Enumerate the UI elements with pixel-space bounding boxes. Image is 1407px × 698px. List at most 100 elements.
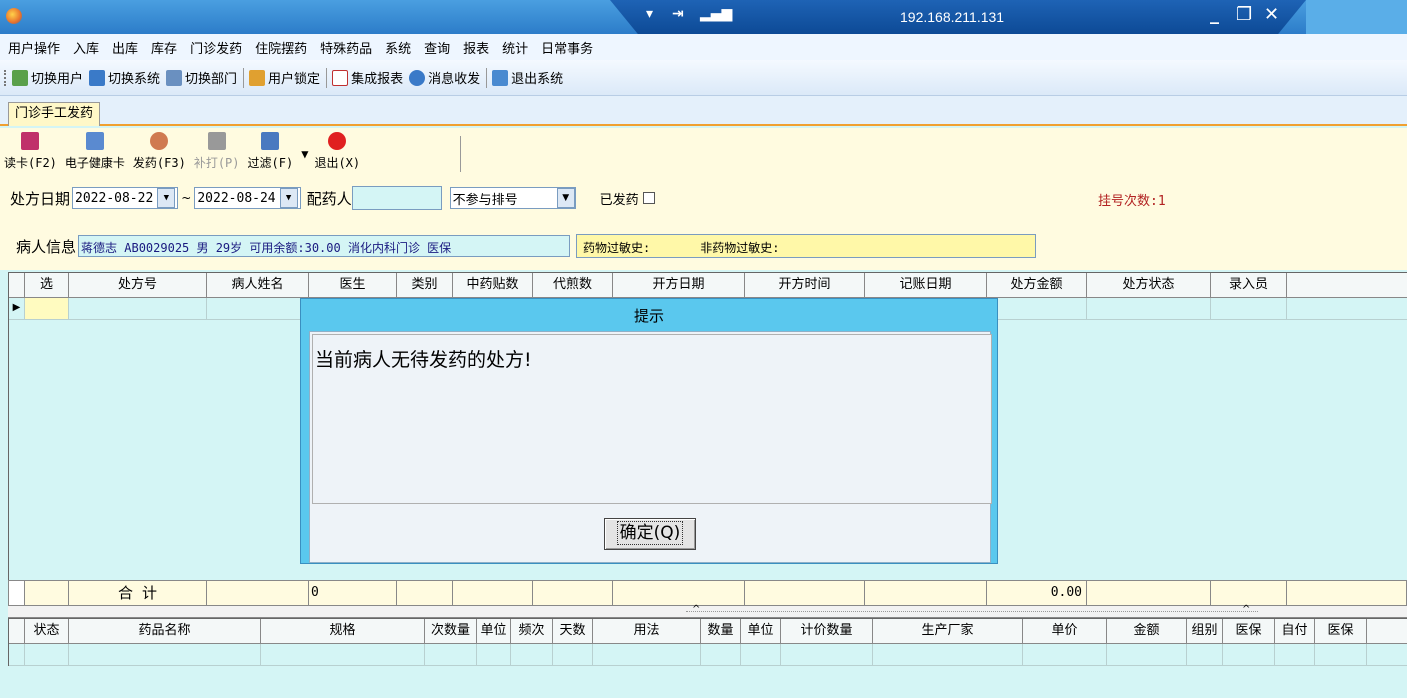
col-insurance[interactable]: 医保 — [1223, 619, 1275, 643]
col-amount[interactable]: 金额 — [1107, 619, 1187, 643]
switch-system-button[interactable]: 切换系统 — [89, 68, 160, 87]
dispenser-input[interactable] — [351, 186, 442, 210]
date-from-input[interactable]: 2022-08-22 ▼ — [72, 187, 179, 209]
row-indicator-header — [9, 273, 25, 297]
menu-system[interactable]: 系统 — [385, 38, 411, 57]
select-cell[interactable] — [25, 298, 69, 319]
switch-dept-button[interactable]: 切换部门 — [166, 68, 237, 87]
lock-user-button[interactable]: 用户锁定 — [249, 68, 320, 87]
menu-bar: 用户操作 入库 出库 库存 门诊发药 住院摆药 特殊药品 系统 查询 报表 统计… — [0, 34, 1407, 60]
pin-icon[interactable]: ⇥ — [672, 6, 684, 22]
menu-inbound[interactable]: 入库 — [73, 38, 99, 57]
dialog-title[interactable]: 提示 — [301, 299, 997, 333]
col-quantity[interactable]: 数量 — [701, 619, 741, 643]
read-card-button[interactable]: 读卡(F2) — [4, 132, 57, 176]
col-status[interactable]: 状态 — [25, 619, 69, 643]
col-drug-name[interactable]: 药品名称 — [69, 619, 261, 643]
table-cell — [25, 644, 69, 665]
prescription-header: 选 处方号 病人姓名 医生 类别 中药贴数 代煎数 开方日期 开方时间 记账日期… — [9, 272, 1407, 298]
menu-stats[interactable]: 统计 — [502, 38, 528, 57]
menu-outpatient[interactable]: 门诊发药 — [190, 38, 242, 57]
col-insurance-2[interactable]: 医保 — [1315, 619, 1367, 643]
remote-ip: 192.168.211.131 — [900, 9, 1005, 25]
col-spec[interactable]: 规格 — [261, 619, 425, 643]
table-cell — [1087, 581, 1211, 605]
col-entered-by[interactable]: 录入员 — [1211, 273, 1287, 297]
allergy-box: 药物过敏史: 非药物过敏史: — [576, 234, 1037, 258]
chevron-down-icon[interactable]: ▾ — [646, 6, 653, 22]
app-icon — [6, 8, 22, 24]
col-unit-price[interactable]: 单价 — [1023, 619, 1107, 643]
chevron-down-icon[interactable]: ▼ — [279, 188, 298, 208]
col-group[interactable]: 组别 — [1187, 619, 1223, 643]
col-dose-unit[interactable]: 单位 — [477, 619, 511, 643]
reprint-button[interactable]: 补打(P) — [194, 132, 240, 176]
col-category[interactable]: 类别 — [397, 273, 453, 297]
table-cell — [745, 581, 865, 605]
chevron-up-icon[interactable]: ^ — [1242, 604, 1250, 615]
col-days[interactable]: 天数 — [553, 619, 593, 643]
menu-daily[interactable]: 日常事务 — [541, 38, 593, 57]
close-button[interactable]: ✕ — [1264, 4, 1279, 25]
table-cell — [781, 644, 873, 665]
dispensed-checkbox[interactable] — [642, 192, 655, 204]
col-usage[interactable]: 用法 — [593, 619, 701, 643]
toolbar-separator — [326, 67, 328, 88]
col-frequency[interactable]: 频次 — [511, 619, 553, 643]
table-cell — [1211, 298, 1287, 319]
col-patient-name[interactable]: 病人姓名 — [207, 273, 309, 297]
menu-query[interactable]: 查询 — [424, 38, 450, 57]
col-billing-qty[interactable]: 计价数量 — [781, 619, 873, 643]
menu-special[interactable]: 特殊药品 — [320, 38, 372, 57]
filter-button[interactable]: 过滤(F) — [248, 132, 293, 176]
minimize-button[interactable]: _ — [1210, 4, 1219, 25]
col-dose[interactable]: 次数量 — [425, 619, 477, 643]
switch-user-button[interactable]: 切换用户 — [12, 68, 83, 87]
table-cell — [533, 581, 613, 605]
table-cell — [1211, 581, 1287, 605]
col-self-pay[interactable]: 自付 — [1275, 619, 1315, 643]
date-to-input[interactable]: 2022-08-24 ▼ — [194, 187, 301, 209]
menu-inpatient[interactable]: 住院摆药 — [255, 38, 307, 57]
menu-user[interactable]: 用户操作 — [8, 38, 60, 57]
col-rx-no[interactable]: 处方号 — [69, 273, 207, 297]
table-cell — [873, 644, 1023, 665]
tab-outpatient-dispense[interactable]: 门诊手工发药 — [8, 102, 101, 126]
table-cell — [865, 581, 987, 605]
title-bar: ▾ ⇥ ▂▄▆ 192.168.211.131 _ ❐ ✕ — [0, 0, 1407, 34]
filter-icon — [261, 132, 280, 150]
col-rx-time[interactable]: 开方时间 — [745, 273, 865, 297]
queue-select[interactable]: 不参与排号 ▼ — [449, 187, 576, 209]
filter-dropdown[interactable]: ▼ — [301, 132, 308, 176]
col-select[interactable]: 选 — [25, 273, 69, 297]
restore-button[interactable]: ❐ — [1236, 4, 1252, 25]
toolbar-grip[interactable] — [4, 69, 8, 86]
messages-button[interactable]: 消息收发 — [409, 68, 480, 87]
col-billing-date[interactable]: 记账日期 — [865, 273, 987, 297]
chevron-down-icon[interactable]: ▼ — [157, 188, 176, 208]
table-row[interactable] — [9, 644, 1407, 666]
menu-stock[interactable]: 库存 — [151, 38, 177, 57]
chevron-up-icon[interactable]: ^ — [692, 604, 700, 615]
col-rx-amount[interactable]: 处方金额 — [987, 273, 1087, 297]
col-rx-status[interactable]: 处方状态 — [1087, 273, 1211, 297]
menu-outbound[interactable]: 出库 — [112, 38, 138, 57]
ok-button[interactable]: 确定(Q) — [604, 518, 696, 550]
exit-system-button[interactable]: 退出系统 — [492, 68, 563, 87]
grid-splitter[interactable]: ^ ^ — [8, 604, 1407, 618]
dispense-button[interactable]: 发药(F3) — [133, 132, 186, 176]
users-icon — [12, 69, 28, 86]
menu-report[interactable]: 报表 — [463, 38, 489, 57]
col-manufacturer[interactable]: 生产厂家 — [873, 619, 1023, 643]
chevron-down-icon: ▼ — [301, 147, 309, 161]
col-rx-date[interactable]: 开方日期 — [613, 273, 745, 297]
patient-info: 蒋德志 AB0029025 男 29岁 可用余额:30.00 消化内科门诊 医保 — [78, 235, 571, 257]
integrated-report-button[interactable]: 集成报表 — [332, 68, 403, 87]
col-herb-count[interactable]: 中药贴数 — [453, 273, 533, 297]
col-decoction-count[interactable]: 代煎数 — [533, 273, 613, 297]
col-unit[interactable]: 单位 — [741, 619, 781, 643]
exit-button[interactable]: 退出(X) — [314, 132, 360, 176]
health-card-button[interactable]: 电子健康卡 — [65, 132, 125, 176]
col-doctor[interactable]: 医生 — [309, 273, 397, 297]
drug-allergy-label: 药物过敏史: — [583, 241, 651, 255]
